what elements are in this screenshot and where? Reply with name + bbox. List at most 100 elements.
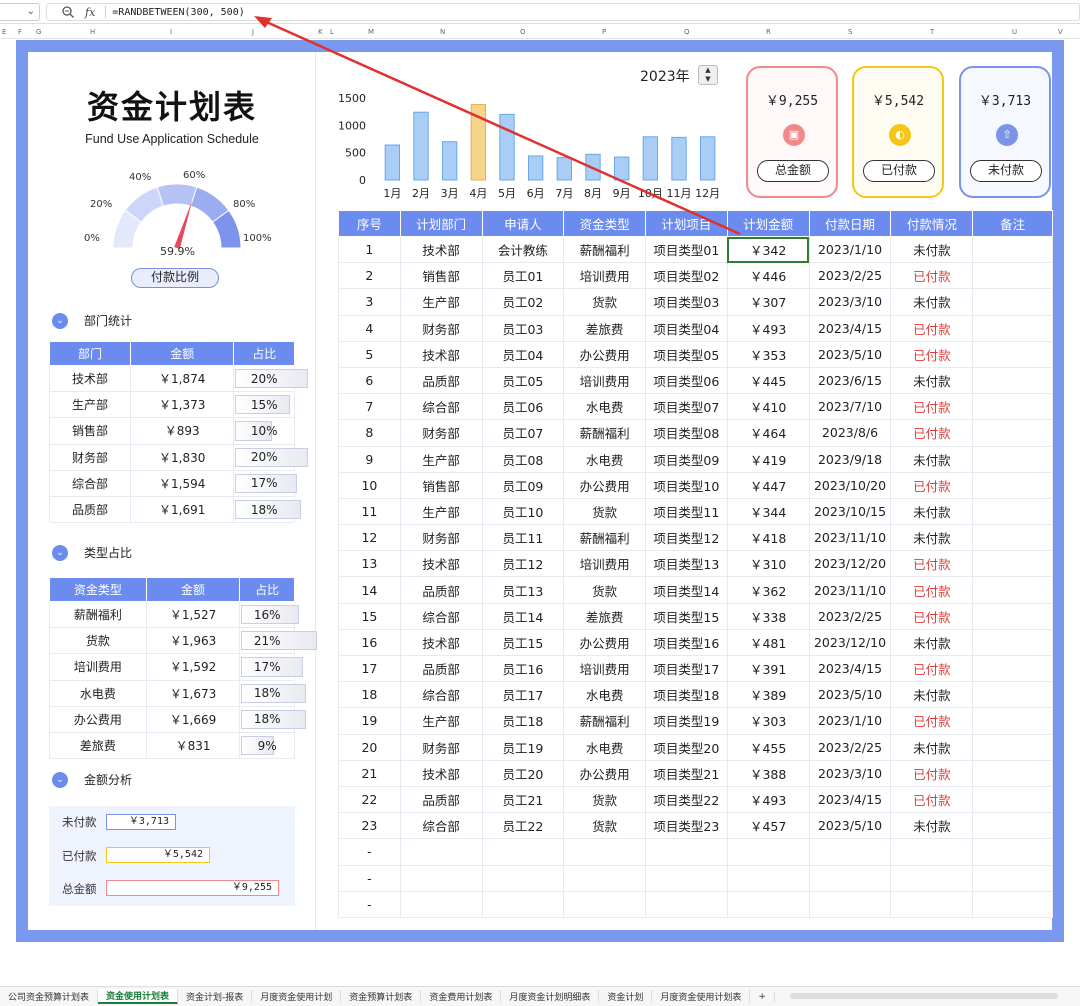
column-header[interactable]: 占比: [239, 577, 295, 602]
cell-applicant[interactable]: 员工09: [481, 471, 565, 499]
cell-dept[interactable]: 技术部: [399, 235, 483, 264]
cell-status[interactable]: 未付款: [890, 812, 974, 840]
cell-note[interactable]: [972, 419, 1053, 447]
table-row[interactable]: 2 销售部 员工01 培训费用 项目类型02 ￥446 2023/2/25 已付款: [338, 262, 1053, 290]
column-header[interactable]: R: [766, 28, 771, 36]
cell-applicant[interactable]: 员工15: [481, 628, 565, 657]
cell-index[interactable]: 16: [338, 628, 401, 657]
cell-applicant[interactable]: [481, 864, 565, 892]
cell-fund-type[interactable]: 货款: [563, 576, 646, 604]
table-row[interactable]: 8 财务部 员工07 薪酬福利 项目类型08 ￥464 2023/8/6 已付款: [338, 419, 1053, 447]
sheet-tab[interactable]: 公司资金预算计划表: [0, 990, 99, 1003]
cell-applicant[interactable]: 员工22: [481, 812, 565, 840]
cell-index[interactable]: 5: [338, 340, 401, 368]
cell-status[interactable]: 未付款: [890, 497, 974, 526]
sheet-tab[interactable]: 月度资金使用计划: [252, 990, 342, 1003]
bar[interactable]: [528, 155, 544, 181]
cell-index[interactable]: 9: [338, 445, 401, 473]
cell-note[interactable]: [972, 759, 1053, 787]
cell-index[interactable]: 6: [338, 366, 401, 395]
cell-applicant[interactable]: 员工17: [481, 681, 565, 709]
cell-dept[interactable]: 财务部: [399, 419, 483, 447]
cell-pay-date[interactable]: 2023/4/15: [808, 654, 892, 683]
cell-applicant[interactable]: 员工03: [481, 314, 565, 342]
cell-note[interactable]: [972, 733, 1053, 761]
cell-note[interactable]: [972, 445, 1053, 473]
cell-applicant[interactable]: 员工20: [481, 759, 565, 787]
cell-applicant[interactable]: 员工07: [481, 419, 565, 447]
cell-dept[interactable]: 综合部: [399, 681, 483, 709]
cell-project[interactable]: 项目类型18: [644, 681, 728, 709]
cell-fund-type[interactable]: 薪酬福利: [563, 235, 646, 264]
table-row[interactable]: 水电费 ￥1,673 18%: [49, 679, 307, 707]
bar[interactable]: [470, 104, 487, 181]
column-header[interactable]: 备注: [972, 210, 1053, 237]
cell-fund-type[interactable]: 办公费用: [563, 759, 646, 787]
cell-dept[interactable]: 品质部: [399, 785, 483, 814]
cell-dept[interactable]: 销售部: [399, 262, 483, 290]
cell-applicant[interactable]: 员工16: [481, 654, 565, 683]
cell-amount[interactable]: ￥418: [726, 524, 810, 552]
cell-index[interactable]: 20: [338, 733, 401, 761]
column-header[interactable]: N: [440, 28, 445, 36]
column-header[interactable]: 付款日期: [808, 210, 892, 237]
cell-project[interactable]: 项目类型10: [644, 471, 728, 499]
table-row[interactable]: 14 品质部 员工13 货款 项目类型14 ￥362 2023/11/10 已付款: [338, 576, 1053, 604]
cell-project[interactable]: 项目类型21: [644, 759, 728, 787]
name-box[interactable]: ⌄: [0, 3, 40, 21]
cell-index[interactable]: 18: [338, 681, 401, 709]
cell-fund-type[interactable]: 货款: [563, 288, 646, 316]
sheet-tab[interactable]: 资金计划-报表: [178, 990, 253, 1003]
table-row[interactable]: 17 品质部 员工16 培训费用 项目类型17 ￥391 2023/4/15 已付款: [338, 654, 1053, 683]
cell-status[interactable]: [890, 864, 974, 892]
cell-fund-type[interactable]: 货款: [563, 785, 646, 814]
cell-note[interactable]: [972, 550, 1053, 578]
cell-applicant[interactable]: 员工12: [481, 550, 565, 578]
column-header[interactable]: M: [368, 28, 374, 36]
column-header[interactable]: P: [602, 28, 606, 36]
cell-dept[interactable]: 销售部: [399, 471, 483, 499]
cell-status[interactable]: 已付款: [890, 340, 974, 368]
cell-amount[interactable]: ￥410: [726, 393, 810, 421]
cell-dept[interactable]: 品质部: [399, 366, 483, 395]
cell-note[interactable]: [972, 576, 1053, 604]
cell-index[interactable]: 22: [338, 785, 401, 814]
cell-status[interactable]: 未付款: [890, 628, 974, 657]
table-row[interactable]: 4 财务部 员工03 差旅费 项目类型04 ￥493 2023/4/15 已付款: [338, 314, 1053, 342]
bar[interactable]: [442, 141, 458, 181]
column-header[interactable]: 占比: [233, 341, 295, 366]
column-header[interactable]: 计划金额: [726, 210, 810, 237]
cell-note[interactable]: [972, 471, 1053, 499]
column-header[interactable]: S: [848, 28, 852, 36]
horizontal-scrollbar[interactable]: [790, 993, 1058, 999]
cell-project[interactable]: 项目类型16: [644, 628, 728, 657]
cell-status[interactable]: 已付款: [890, 785, 974, 814]
cell-pay-date[interactable]: 2023/1/10: [808, 235, 892, 264]
cell-status[interactable]: 未付款: [890, 733, 974, 761]
cell-note[interactable]: [972, 393, 1053, 421]
table-row[interactable]: 薪酬福利 ￥1,527 16%: [49, 600, 300, 629]
cell-pay-date[interactable]: 2023/4/15: [808, 785, 892, 814]
cell-pay-date[interactable]: 2023/3/10: [808, 288, 892, 316]
cell-pay-date[interactable]: 2023/3/10: [808, 759, 892, 787]
cell-amount[interactable]: ￥493: [726, 785, 810, 814]
cell-fund-type[interactable]: 薪酬福利: [563, 707, 646, 735]
cell-pay-date[interactable]: 2023/2/25: [808, 733, 892, 761]
cell-project[interactable]: 项目类型09: [644, 445, 728, 473]
cell-index[interactable]: -: [338, 864, 401, 892]
cell-amount[interactable]: ￥362: [726, 576, 810, 604]
cell-project[interactable]: 项目类型07: [644, 393, 728, 421]
table-row[interactable]: 差旅费 ￥831 9%: [49, 731, 295, 760]
sheet-tab[interactable]: 资金计划: [599, 990, 653, 1003]
cell-status[interactable]: 已付款: [890, 759, 974, 787]
column-header[interactable]: G: [36, 28, 41, 36]
cell-note[interactable]: [972, 288, 1053, 316]
sheet-tab[interactable]: 资金预算计划表: [341, 990, 422, 1003]
sheet-tab[interactable]: 月度资金使用计划表: [652, 990, 751, 1003]
column-header[interactable]: F: [18, 28, 22, 36]
cell-project[interactable]: 项目类型01: [644, 235, 728, 264]
cell-project[interactable]: 项目类型14: [644, 576, 728, 604]
column-header[interactable]: 申请人: [481, 210, 565, 237]
cell-dept[interactable]: 生产部: [399, 707, 483, 735]
zoom-icon[interactable]: [61, 5, 75, 19]
